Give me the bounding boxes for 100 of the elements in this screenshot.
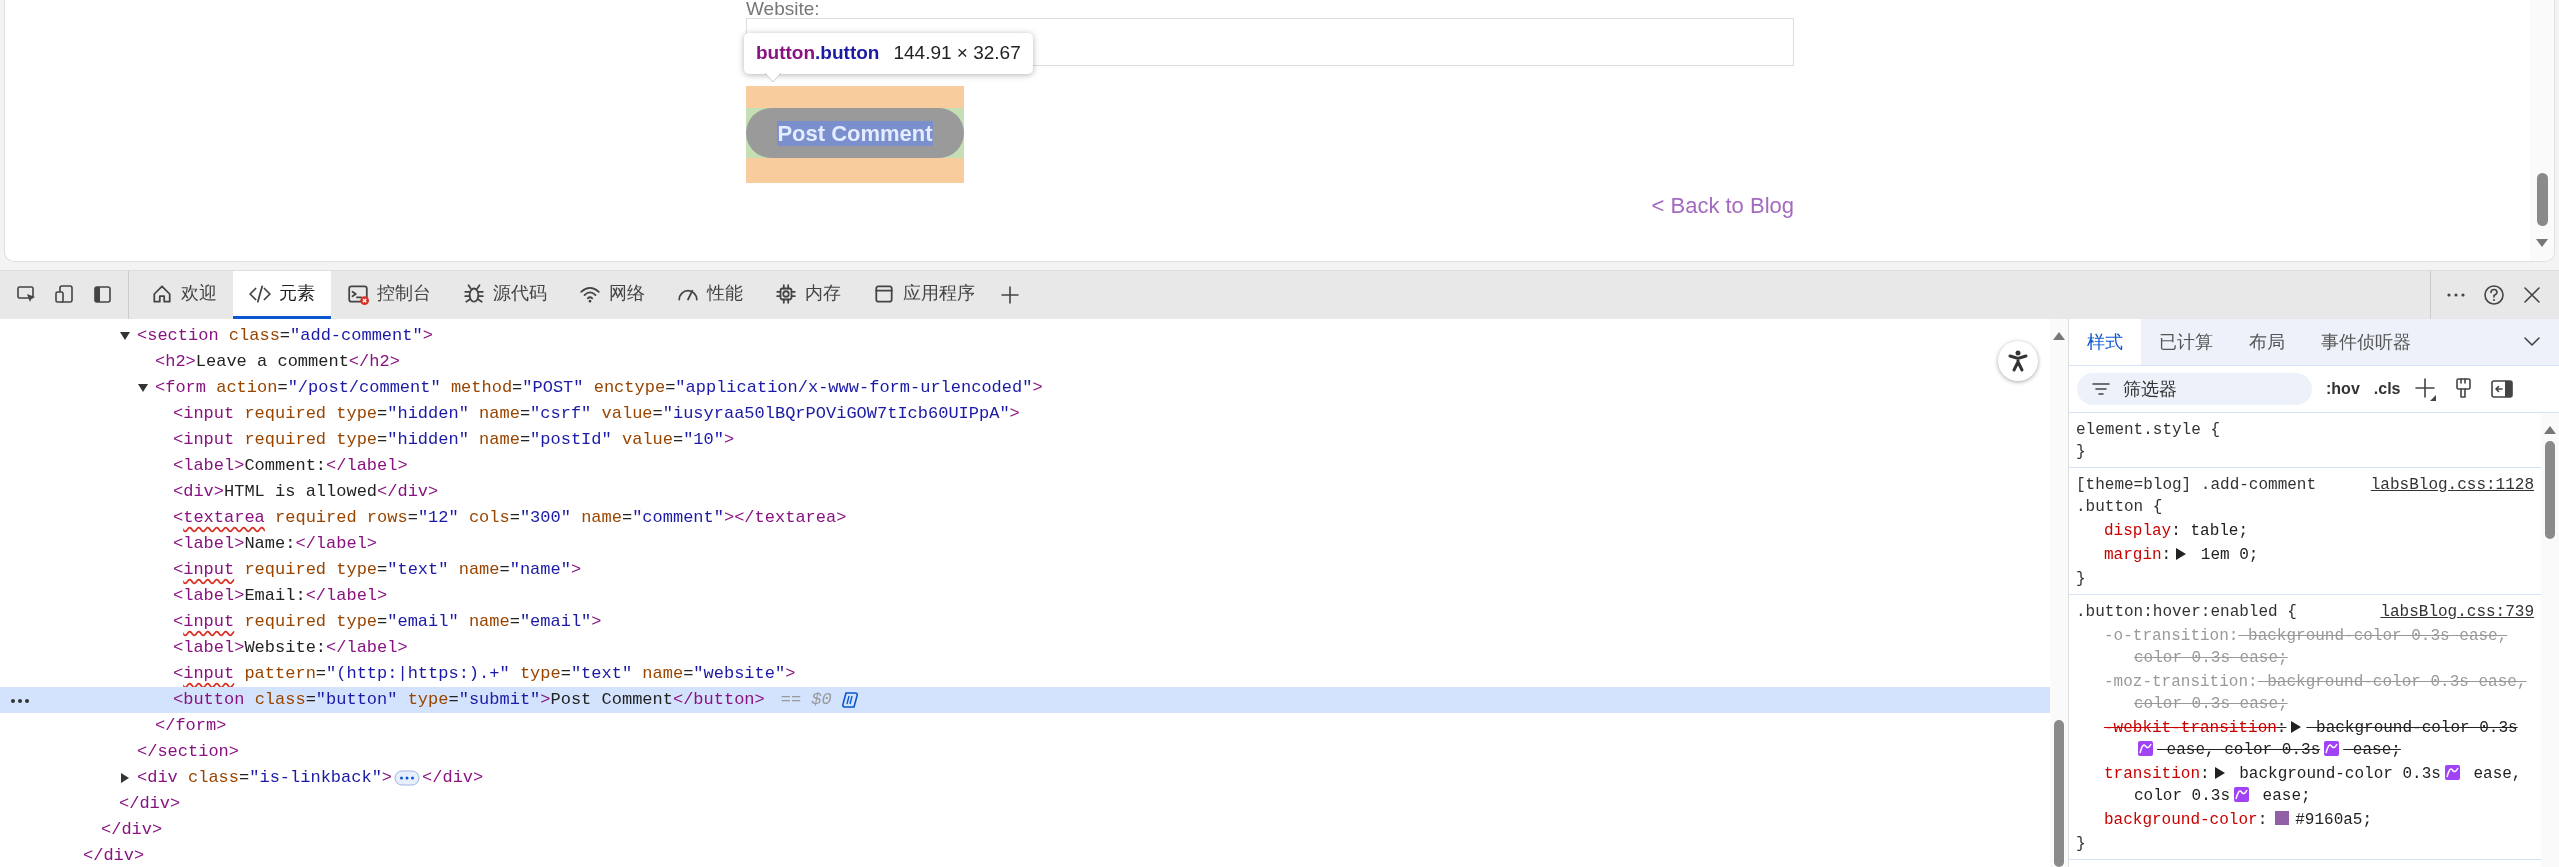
help-icon[interactable] (2483, 284, 2505, 306)
field-label: Website: (746, 0, 821, 18)
tree-row[interactable]: </section> (0, 739, 2050, 765)
tree-row[interactable]: <input required type="hidden" name="postId" value="10"> (0, 427, 2050, 453)
html-code: <input required type="hidden" name="postId" value="10"> (173, 429, 735, 451)
more-icon[interactable] (10, 698, 30, 704)
collapse-icon[interactable] (137, 382, 149, 394)
scrollbar-thumb[interactable] (2054, 720, 2064, 867)
tree-row[interactable]: <input required type="email" name="email"> (0, 609, 2050, 635)
tree-row[interactable]: <div>HTML is allowed</div> (0, 479, 2050, 505)
scroll-up-icon[interactable] (2052, 331, 2066, 341)
tree-row[interactable]: <input pattern="(http:|https:).+" type="text" name="website"> (0, 661, 2050, 687)
add-icon[interactable] (999, 284, 1021, 306)
chevron-down-icon[interactable] (2523, 336, 2541, 348)
html-code: <label>Website:</label> (173, 637, 408, 659)
closing-brace: } (2076, 569, 2087, 590)
devtools-tab[interactable]: 网络 (563, 271, 661, 319)
styles-tab[interactable]: 事件侦听器 (2303, 319, 2429, 365)
tree-row[interactable]: </div> (0, 843, 2050, 867)
ellipsis-icon[interactable] (394, 770, 421, 786)
tree-row[interactable]: </div> (0, 791, 2050, 817)
tree-row[interactable]: <section class="add-comment"> (0, 323, 2050, 349)
toggle-button[interactable]: :hov (2326, 377, 2360, 401)
html-code: <section class="add-comment"> (137, 325, 433, 347)
devtools-tab[interactable]: 源代码 (447, 271, 563, 319)
html-code: <button class="button" type="submit">Post Comment</button> (173, 689, 765, 711)
tree-row[interactable]: <input required type="hidden" name="csrf" value="iusyraa50lBQrPOViGOW7tIcb60UIPpA"> (0, 401, 2050, 427)
sidebar-icon[interactable] (92, 284, 114, 306)
filter-field[interactable]: 筛选器 (2077, 373, 2312, 405)
tree-row[interactable]: <label>Comment:</label> (0, 453, 2050, 479)
html-code: <h2>Leave a comment</h2> (155, 351, 400, 373)
css-declaration: background-color: #9160a5; (2103, 810, 2374, 831)
css-declaration: -moz-transition: background-color 0.3s ease, color 0.3s ease; (2103, 672, 2528, 715)
tree-row[interactable]: <button class="button" type="submit">Post Comment</button> == $0 (0, 687, 2050, 713)
css-selector: .button:hover:enabled { (2076, 602, 2298, 623)
easing-icon[interactable] (2444, 765, 2460, 780)
scroll-down-icon[interactable] (2535, 238, 2549, 248)
expand-icon[interactable] (119, 772, 131, 784)
html-code: </div> (83, 845, 145, 867)
styles-tab[interactable]: 已计算 (2141, 319, 2231, 365)
styles-tab[interactable]: 布局 (2231, 319, 2303, 365)
new-rule-icon[interactable] (2414, 377, 2439, 401)
scrollbar-thumb[interactable] (2536, 173, 2548, 226)
back-link[interactable]: < Back to Blog (746, 189, 1794, 222)
html-code: </div> (119, 793, 181, 815)
html-code: </form> (155, 715, 227, 737)
easing-icon[interactable] (2138, 741, 2153, 756)
tree-row[interactable]: <div class="is-linkback"> </div> (0, 765, 2050, 791)
html-code: <label>Name:</label> (173, 533, 378, 555)
device-icon[interactable] (54, 284, 76, 306)
close-icon[interactable] (2521, 284, 2543, 306)
devtools-tab[interactable]: 控制台 (331, 271, 447, 319)
css-declaration: -o-transition: background-color 0.3s ease, color 0.3s ease; (2103, 626, 2509, 669)
html-code: <label>Email:</label> (173, 585, 388, 607)
html-code: <div>HTML is allowed</div> (173, 481, 439, 503)
tree-row[interactable]: </form> (0, 713, 2050, 739)
chip-icon (775, 282, 797, 305)
expand-icon[interactable] (2213, 766, 2226, 780)
filter-field[interactable]: 筛选器 (2121, 374, 2291, 404)
tree-row[interactable]: <label>Name:</label> (0, 531, 2050, 557)
expand-icon[interactable] (2175, 547, 2188, 561)
tree-row[interactable]: <label>Email:</label> (0, 583, 2050, 609)
scrollbar-thumb[interactable] (2545, 441, 2555, 539)
easing-icon[interactable] (2234, 787, 2249, 802)
tree-row[interactable]: <textarea required rows="12" cols="300" name="comment"></textarea> (0, 505, 2050, 531)
devtools-tab[interactable]: 元素 (233, 271, 331, 319)
html-code: <input pattern="(http:|https:).+" type="text" name="website"> (173, 663, 796, 685)
devtools-tab[interactable]: 欢迎 (135, 271, 233, 319)
easing-icon[interactable] (2324, 741, 2340, 756)
expand-icon[interactable] (2290, 720, 2303, 734)
css-selector: element.style { (2076, 420, 2222, 441)
css-selector: [theme=blog] .add-comment .button { (2076, 475, 2318, 518)
devtools-tab[interactable]: 内存 (759, 271, 857, 319)
toggle-button[interactable]: .cls (2373, 377, 2401, 401)
css-declaration: transition: background-color 0.3s ease, color 0.3s ease; (2103, 764, 2523, 807)
accessibility-icon[interactable] (2006, 349, 2030, 373)
html-code: <textarea required rows="12" cols="300" name="comment"></textarea> (173, 507, 847, 529)
tree-row[interactable]: <label>Website:</label> (0, 635, 2050, 661)
html-code: <input required type="text" name="name"> (173, 559, 582, 581)
html-code: <input required type="email" name="email"> (173, 611, 602, 633)
tree-row[interactable]: <input required type="text" name="name"> (0, 557, 2050, 583)
collapse-icon[interactable] (119, 330, 131, 342)
styles-tab[interactable]: 样式 (2069, 319, 2141, 365)
devtools-tab[interactable]: 性能 (661, 271, 759, 319)
color-swatch[interactable] (2275, 811, 2290, 825)
sidebar-icon[interactable] (2490, 377, 2515, 401)
filter-icon (2091, 381, 2111, 397)
code-icon (249, 282, 271, 305)
tree-row[interactable]: <h2>Leave a comment</h2> (0, 349, 2050, 375)
source-link[interactable]: labsBlog.css:1128 (2370, 474, 2534, 496)
tree-row[interactable]: <form action="/post/comment" method="POST" enctype="application/x-www-form-urlencoded"> (0, 375, 2050, 401)
scroll-up-icon[interactable] (2543, 425, 2557, 435)
closing-brace: } (2076, 442, 2087, 463)
tooltip-size: 144.91 × 32.67 (893, 41, 1021, 65)
css-declaration: -webkit-transition: background-color 0.3s ease, color 0.3s ease; (2103, 718, 2519, 761)
devtools-tab[interactable]: 应用程序 (857, 271, 991, 319)
html-code: </div> (101, 819, 163, 841)
tree-row[interactable]: </div> (0, 817, 2050, 843)
source-link[interactable]: labsBlog.css:739 (2380, 601, 2534, 623)
bug-icon (463, 282, 485, 305)
